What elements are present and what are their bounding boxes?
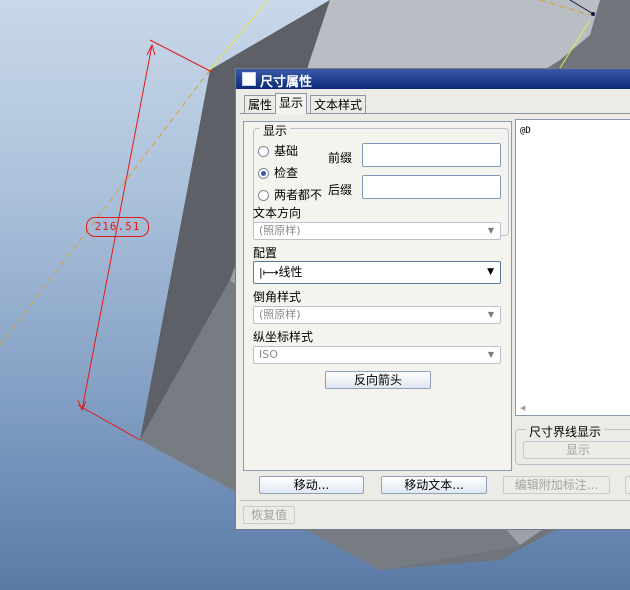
chamfer-style-label: 倒角样式 [253,290,302,304]
dimension-value-label[interactable]: 216.51 [86,217,149,237]
dialog-title: 尺寸属性 [260,75,313,90]
radio-inspect[interactable]: 检查 [258,165,298,181]
suffix-input[interactable] [362,175,501,199]
witness-line-legend: 尺寸界线显示 [526,423,605,440]
radio-neither-circle[interactable] [258,190,269,201]
dimension-properties-dialog: 尺寸属性 属性 显示 文本样式 显示 基础 检查 两者都不 前缀 后缀 文本方向… [235,68,630,530]
radio-basic-label: 基础 [274,144,299,158]
radio-inspect-circle[interactable] [258,168,269,179]
chevron-down-icon: ▼ [487,226,494,235]
text-orientation-select[interactable]: (照原样) ▼ [253,222,501,240]
truncated-button[interactable] [625,476,630,494]
flip-arrows-button[interactable]: 反向箭头 [325,371,431,389]
display-settings-panel: 显示 基础 检查 两者都不 前缀 后缀 文本方向 (照原样) ▼ 配置 |⟼线性… [243,121,512,471]
config-select[interactable]: |⟼线性 ▼ [253,261,501,284]
window-icon [242,72,256,86]
ordinate-style-select[interactable]: ISO ▼ [253,346,501,364]
text-orientation-label: 文本方向 [253,206,302,220]
config-value: 线性 [278,265,303,279]
chevron-down-icon: ▼ [487,310,494,319]
preview-text: @D [520,126,531,136]
chamfer-style-value: (照原样) [259,308,301,321]
scroll-left-arrow-icon[interactable]: ◀ [520,404,525,412]
ordinate-style-value: ISO [259,348,278,361]
tab-text-style[interactable]: 文本样式 [310,95,367,113]
prefix-input[interactable] [362,143,501,167]
radio-neither-label: 两者都不 [274,188,323,202]
move-text-button[interactable]: 移动文本... [381,476,487,494]
linear-dimension-icon: |⟼ [259,266,279,279]
chevron-down-icon: ▼ [487,350,494,359]
witness-line-show-button[interactable]: 显示 [523,441,630,459]
preview-panel[interactable]: @D ◀ [515,119,630,416]
restore-values-button[interactable]: 恢复值 [243,506,295,524]
text-orientation-value: (照原样) [259,224,301,237]
chamfer-style-select[interactable]: (照原样) ▼ [253,306,501,324]
dialog-titlebar[interactable]: 尺寸属性 [236,69,630,90]
tab-display[interactable]: 显示 [275,93,308,114]
ordinate-style-label: 纵坐标样式 [253,330,314,344]
suffix-label: 后缀 [328,183,353,197]
radio-basic-circle[interactable] [258,146,269,157]
display-group-legend: 显示 [260,122,291,139]
config-label: 配置 [253,246,278,260]
edit-attach-note-button[interactable]: 编辑附加标注... [503,476,610,494]
tab-properties[interactable]: 属性 [244,95,277,113]
prefix-label: 前缀 [328,151,353,165]
witness-line-group: 尺寸界线显示 显示 [515,423,630,465]
footer-divider [240,500,630,501]
radio-inspect-label: 检查 [274,166,299,180]
chevron-down-icon: ▼ [487,267,494,277]
radio-basic[interactable]: 基础 [258,143,298,159]
move-button[interactable]: 移动... [259,476,364,494]
radio-neither[interactable]: 两者都不 [258,187,322,203]
